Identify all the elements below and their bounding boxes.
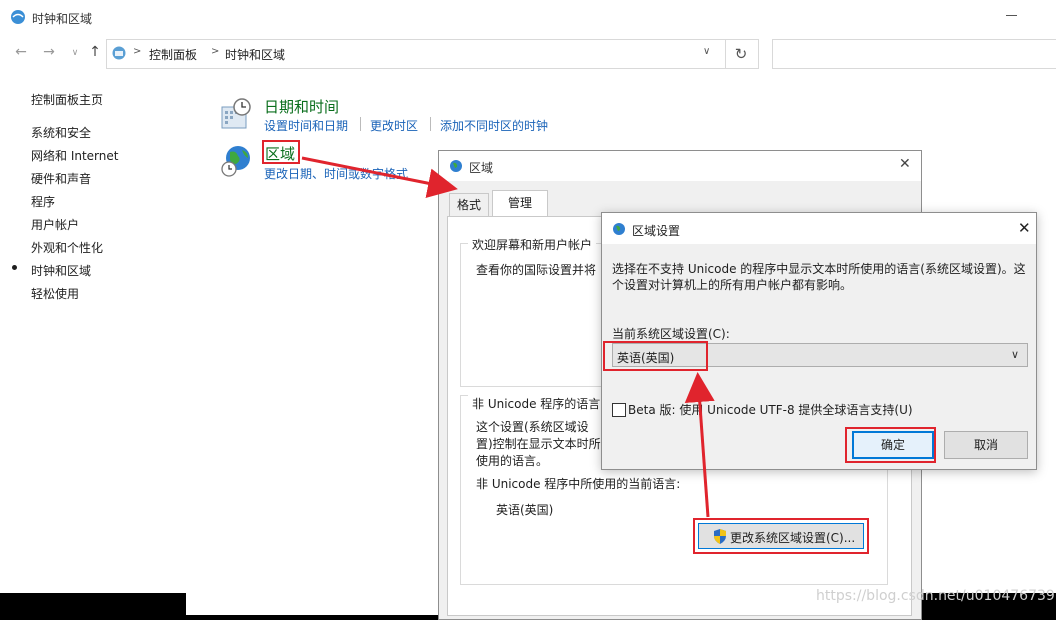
dialog-title: 区域设置 xyxy=(632,224,681,238)
close-icon[interactable]: ✕ xyxy=(1018,219,1031,237)
address-bar[interactable]: > 控制面板 > 时钟和区域 ∨ xyxy=(106,39,726,69)
sidebar-item-programs[interactable]: 程序 xyxy=(31,193,55,210)
search-input[interactable] xyxy=(772,39,1056,69)
chevron-down-icon: ∨ xyxy=(1011,348,1020,361)
window-title: 时钟和区域 xyxy=(32,12,93,26)
sidebar-item-hardware[interactable]: 硬件和声音 xyxy=(31,170,91,187)
minimize-button[interactable] xyxy=(1004,8,1024,22)
dialog-title: 区域 xyxy=(469,161,494,175)
watermark: https://blog.csdn.net/u010476739 xyxy=(816,588,1055,604)
current-locale-label: 当前系统区域设置(C): xyxy=(612,327,730,341)
groupbox-title: 欢迎屏幕和新用户帐户 xyxy=(468,236,597,253)
window-titlebar: 时钟和区域 xyxy=(0,0,1056,36)
sidebar-home[interactable]: 控制面板主页 xyxy=(31,91,103,108)
dialog-description: 选择在不支持 Unicode 的程序中显示文本时所使用的语言(系统区域设置)。这… xyxy=(612,262,1026,292)
close-icon[interactable]: ✕ xyxy=(899,156,911,172)
annotation-highlight-ok xyxy=(845,427,936,463)
forward-arrow-icon[interactable]: → xyxy=(40,44,58,62)
breadcrumb-clock-region[interactable]: 时钟和区域 xyxy=(225,46,285,63)
annotation-highlight-locale-select xyxy=(603,341,708,371)
link-change-timezone[interactable]: 更改时区 xyxy=(370,117,418,134)
link-add-clocks[interactable]: 添加不同时区的时钟 xyxy=(440,117,548,134)
breadcrumb-control-panel[interactable]: 控制面板 xyxy=(149,46,197,63)
control-panel-icon xyxy=(112,46,126,60)
chevron-right-icon: > xyxy=(211,46,220,57)
up-arrow-icon[interactable]: ↑ xyxy=(86,44,104,62)
globe-clock-icon xyxy=(221,146,250,177)
annotation-highlight-change-button xyxy=(693,518,869,554)
sidebar-item-security[interactable]: 系统和安全 xyxy=(31,124,91,141)
sidebar-item-appearance[interactable]: 外观和个性化 xyxy=(31,239,103,256)
sidebar-item-network[interactable]: 网络和 Internet xyxy=(31,147,118,164)
tab-administrative[interactable]: 管理 xyxy=(492,190,548,219)
sidebar-item-clock-region[interactable]: 时钟和区域 xyxy=(31,262,91,279)
dialog-titlebar: 区域设置 ✕ xyxy=(602,213,1036,244)
dialog-titlebar: 区域 ✕ xyxy=(439,151,921,181)
current-language-label: 非 Unicode 程序中所使用的当前语言: xyxy=(476,477,681,491)
control-panel-icon xyxy=(11,10,25,24)
link-divider xyxy=(430,117,431,131)
chevron-down-icon[interactable]: ∨ xyxy=(703,46,710,57)
sidebar-item-users[interactable]: 用户帐户 xyxy=(31,216,79,233)
beta-utf8-label[interactable]: Beta 版: 使用 Unicode UTF-8 提供全球语言支持(U) xyxy=(628,401,913,418)
link-divider xyxy=(360,117,361,131)
sidebar-item-ease-of-access[interactable]: 轻松使用 xyxy=(31,285,79,302)
groupbox-text: 查看你的国际设置并将其 xyxy=(476,263,596,277)
link-change-formats[interactable]: 更改日期、时间或数字格式 xyxy=(264,165,408,182)
back-arrow-icon[interactable]: ← xyxy=(12,44,30,62)
beta-utf8-checkbox[interactable] xyxy=(612,403,626,417)
globe-icon xyxy=(613,223,625,235)
category-title-datetime[interactable]: 日期和时间 xyxy=(264,96,339,117)
current-language-value: 英语(英国) xyxy=(496,503,554,517)
groupbox-text: 这个设置(系统区域设置)控制在显示文本时所使用的语言。 xyxy=(476,420,601,468)
calendar-clock-icon xyxy=(221,98,251,129)
chevron-right-icon: > xyxy=(133,46,142,57)
window-bottom-edge xyxy=(186,593,439,615)
cancel-button[interactable]: 取消 xyxy=(944,431,1028,459)
chevron-down-icon[interactable]: ∨ xyxy=(66,48,84,66)
refresh-icon[interactable]: ↻ xyxy=(724,39,759,69)
link-set-time-date[interactable]: 设置时间和日期 xyxy=(264,117,348,134)
tab-format[interactable]: 格式 xyxy=(449,193,489,216)
current-item-bullet xyxy=(12,265,17,270)
annotation-highlight-region xyxy=(262,140,300,164)
globe-icon xyxy=(450,160,462,172)
groupbox-title: 非 Unicode 程序的语言 xyxy=(468,395,605,412)
